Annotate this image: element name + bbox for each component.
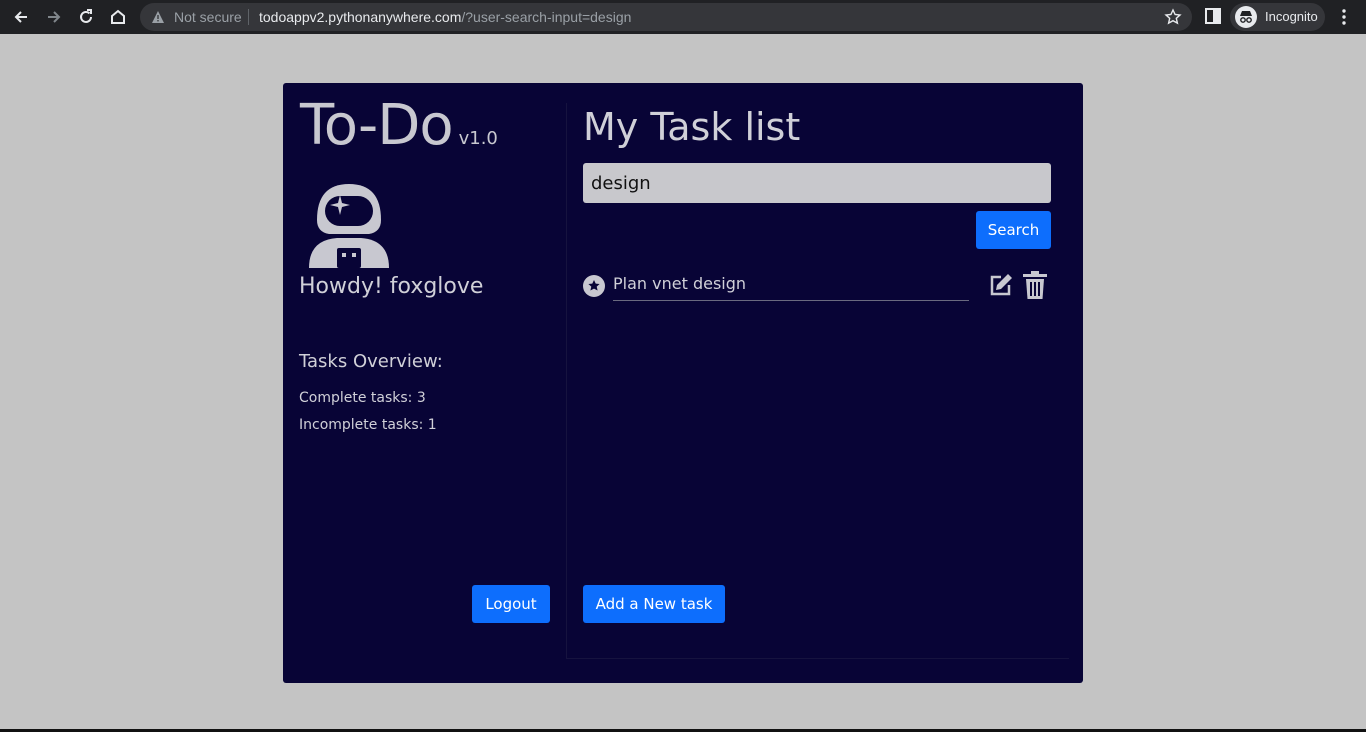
add-task-button[interactable]: Add a New task [583, 585, 725, 623]
reload-icon[interactable] [74, 5, 98, 29]
url-text[interactable]: todoappv2.pythonanywhere.com/?user-searc… [259, 9, 631, 25]
logo-text: To-Do [300, 93, 454, 158]
tasks-overview-title: Tasks Overview: [299, 351, 443, 372]
side-panel-icon[interactable] [1205, 8, 1221, 24]
search-button[interactable]: Search [976, 211, 1051, 249]
logout-button[interactable]: Logout [472, 585, 550, 623]
url-path: /?user-search-input=design [461, 9, 632, 25]
url-host: todoappv2.pythonanywhere.com [259, 9, 462, 25]
url-separator [248, 9, 249, 25]
back-icon[interactable] [9, 5, 33, 29]
kebab-menu-icon[interactable] [1336, 7, 1352, 27]
complete-tasks-count: Complete tasks: 3 [299, 390, 426, 406]
column-divider [566, 103, 567, 659]
astronaut-avatar-icon [309, 184, 389, 268]
incognito-icon [1235, 6, 1257, 28]
greeting: Howdy! foxglove [299, 274, 484, 299]
app-card: To-Do v1.0 Howdy! foxglove Tasks Overview… [283, 83, 1083, 683]
task-item: Plan vnet design [583, 271, 1063, 303]
version-label: v1.0 [458, 128, 498, 149]
home-icon[interactable] [106, 5, 130, 29]
address-bar[interactable]: Not secure todoappv2.pythonanywhere.com/… [140, 3, 1192, 31]
security-label[interactable]: Not secure [174, 9, 242, 25]
incognito-badge[interactable]: Incognito [1230, 3, 1325, 31]
browser-toolbar: Not secure todoappv2.pythonanywhere.com/… [0, 0, 1366, 34]
incomplete-tasks-count: Incomplete tasks: 1 [299, 417, 437, 433]
panel-bottom-border [567, 658, 1069, 659]
warning-icon[interactable] [151, 10, 165, 24]
forward-icon[interactable] [42, 5, 66, 29]
edit-icon[interactable] [988, 272, 1014, 298]
page-title: My Task list [583, 105, 801, 149]
incognito-label: Incognito [1265, 9, 1318, 24]
bookmark-star-icon[interactable] [1164, 8, 1182, 26]
delete-icon[interactable] [1023, 271, 1047, 299]
task-label[interactable]: Plan vnet design [613, 274, 969, 301]
app-logo: To-Do v1.0 [300, 93, 498, 158]
star-circle-icon[interactable] [583, 275, 605, 297]
search-input[interactable] [583, 163, 1051, 203]
